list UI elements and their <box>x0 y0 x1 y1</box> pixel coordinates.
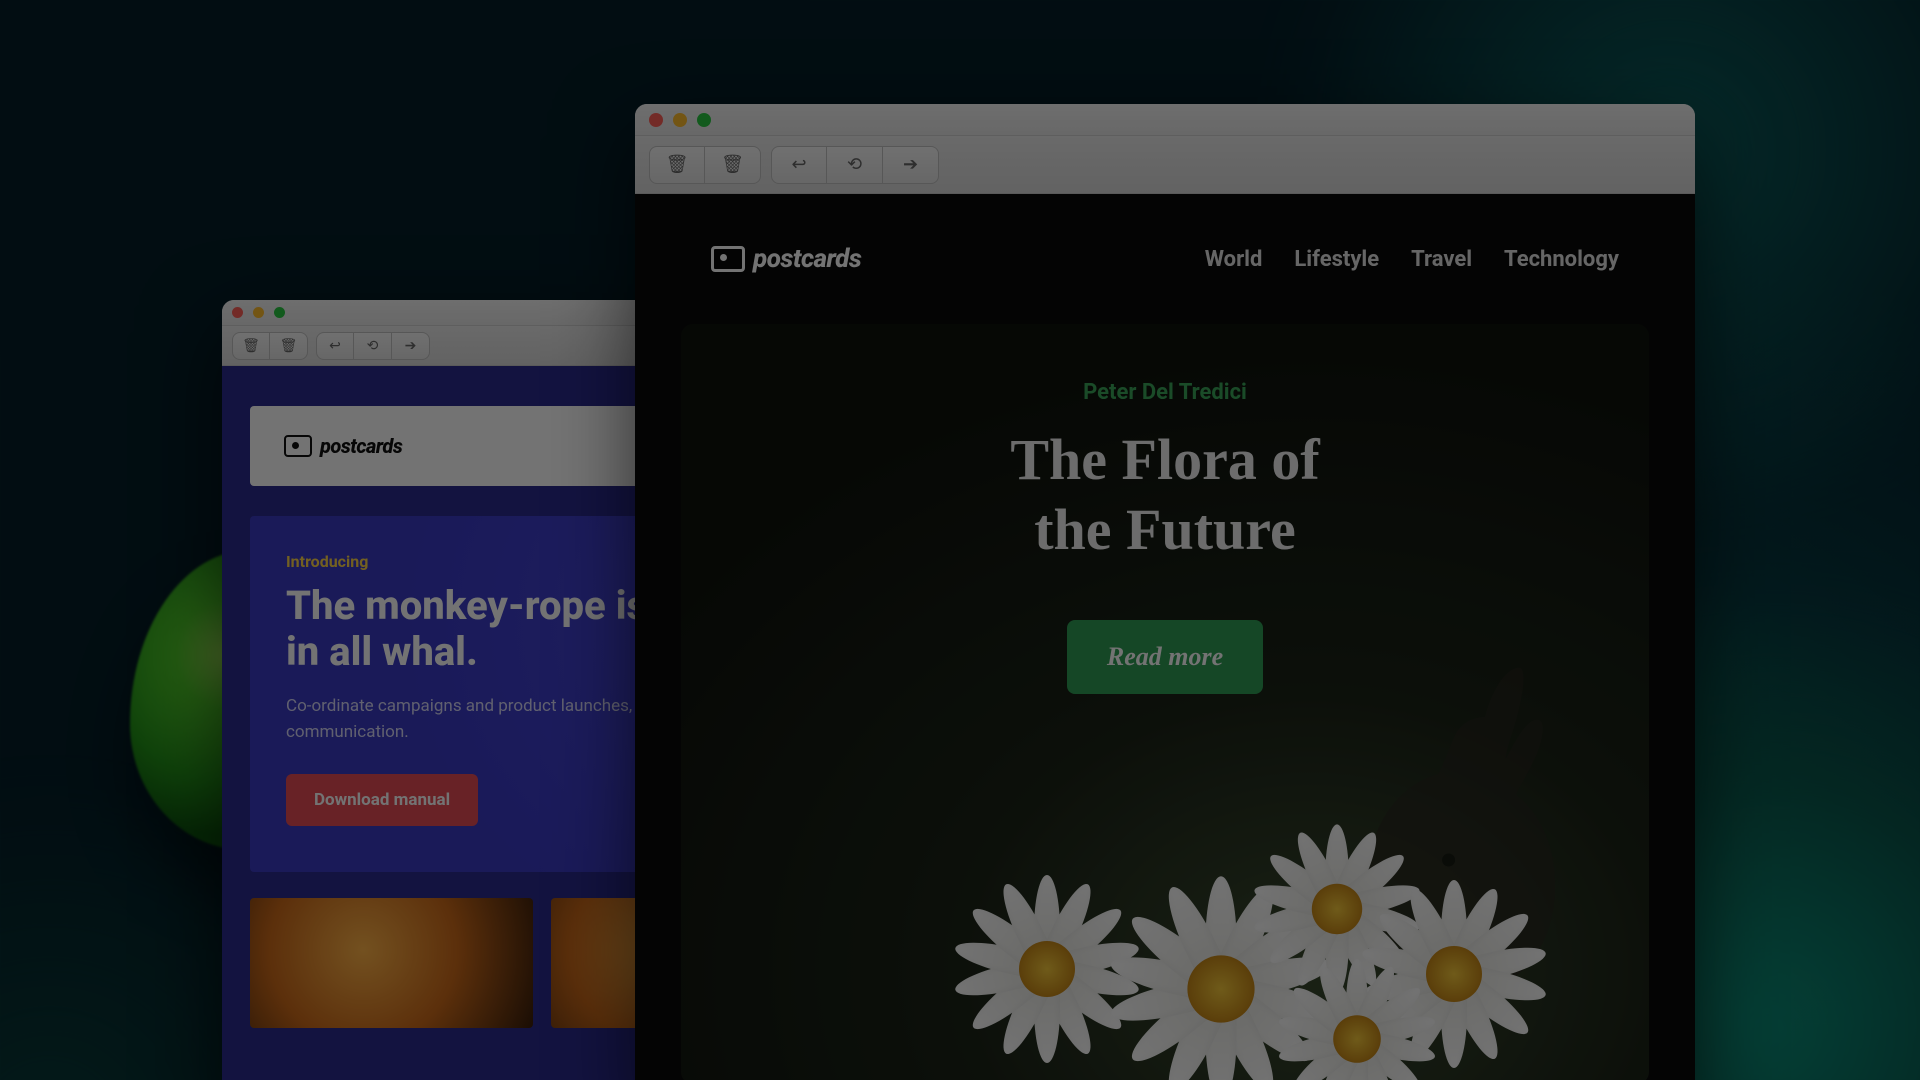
postcards-logo-icon <box>284 435 312 457</box>
window-titlebar <box>635 104 1695 136</box>
close-icon[interactable] <box>649 113 663 127</box>
forward-button[interactable]: ➔ <box>883 146 939 184</box>
trash-x-button[interactable]: 🗑 <box>270 332 308 360</box>
daisy-icon <box>1107 875 1335 1080</box>
nav-link-travel[interactable]: Travel <box>1411 247 1472 272</box>
thumbnail-image <box>250 898 533 1028</box>
nav-links: World Lifestyle Travel Technology <box>1205 247 1619 272</box>
article-title-line: the Future <box>1034 497 1296 562</box>
reply-all-button[interactable]: ⟲ <box>827 146 883 184</box>
rabbit-illustration <box>1329 664 1589 1004</box>
site-nav: postcards World Lifestyle Travel Technol… <box>635 194 1695 324</box>
nav-link-world[interactable]: World <box>1205 247 1263 272</box>
zoom-icon[interactable] <box>274 307 285 318</box>
forward-button[interactable]: ➔ <box>392 332 430 360</box>
trash-icon: 🗑 <box>666 154 689 175</box>
reply-icon: ↩ <box>791 154 806 175</box>
read-more-button[interactable]: Read more <box>1067 620 1263 694</box>
reply-button[interactable]: ↩ <box>771 146 827 184</box>
download-manual-button[interactable]: Download manual <box>286 774 478 826</box>
minimize-icon[interactable] <box>673 113 687 127</box>
article-title: The Flora of the Future <box>681 425 1649 564</box>
trash-button[interactable]: 🗑 <box>649 146 705 184</box>
email-canvas: postcards World Lifestyle Travel Technol… <box>635 194 1695 1080</box>
editor-window-front: 🗑 🗑 ↩ ⟲ ➔ postcards World Lifestyle Trav… <box>635 104 1695 1080</box>
trash-x-icon: 🗑 <box>280 337 298 354</box>
trash-x-button[interactable]: 🗑 <box>705 146 761 184</box>
trash-x-icon: 🗑 <box>721 154 744 175</box>
editor-toolbar: 🗑 🗑 ↩ ⟲ ➔ <box>635 136 1695 194</box>
daisy-icon <box>952 874 1142 1064</box>
article-author: Peter Del Tredici <box>681 380 1649 405</box>
postcards-logo-icon <box>711 246 745 272</box>
article-title-line: The Flora of <box>1010 427 1319 492</box>
brand-name: postcards <box>320 434 402 458</box>
forward-icon: ➔ <box>903 154 918 175</box>
minimize-icon[interactable] <box>253 307 264 318</box>
forward-icon: ➔ <box>405 337 417 354</box>
nav-link-lifestyle[interactable]: Lifestyle <box>1294 247 1379 272</box>
reply-button[interactable]: ↩ <box>316 332 354 360</box>
close-icon[interactable] <box>232 307 243 318</box>
zoom-icon[interactable] <box>697 113 711 127</box>
brand-name: postcards <box>753 244 861 274</box>
trash-icon: 🗑 <box>242 337 260 354</box>
brand-logo: postcards <box>711 244 861 274</box>
reply-all-button[interactable]: ⟲ <box>354 332 392 360</box>
reply-icon: ↩ <box>329 337 341 354</box>
reply-all-icon: ⟲ <box>367 337 379 354</box>
article-hero: Peter Del Tredici The Flora of the Futur… <box>681 324 1649 1080</box>
reply-all-icon: ⟲ <box>847 154 862 175</box>
window-traffic-lights <box>649 113 711 127</box>
nav-link-technology[interactable]: Technology <box>1504 247 1619 272</box>
trash-button[interactable]: 🗑 <box>232 332 270 360</box>
window-traffic-lights <box>232 307 285 318</box>
